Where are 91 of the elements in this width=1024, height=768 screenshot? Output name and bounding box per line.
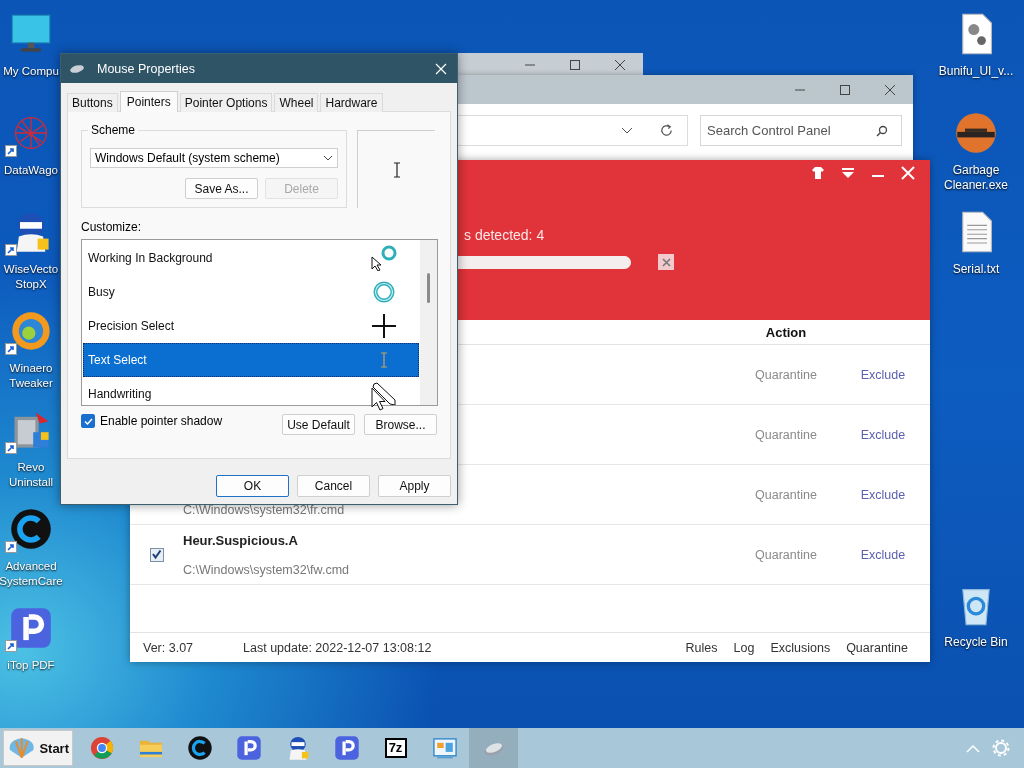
footer-link[interactable]: Quarantine [846, 640, 908, 655]
shortcut-arrow-icon [5, 145, 17, 157]
dialog-button[interactable]: Cancel [297, 475, 370, 497]
pointer-row[interactable]: Busy [83, 275, 419, 309]
archive-icon: 7z [384, 738, 407, 758]
desktop-icon-label[interactable]: My Compu [3, 64, 59, 79]
checkbox-label: Enable pointer shadow [100, 414, 223, 428]
pointer-button[interactable]: Use Default [282, 414, 355, 435]
exclude-link[interactable]: Exclude [860, 547, 906, 562]
desktop-icon-label[interactable]: WiseVecto StopX [3, 262, 59, 292]
exclude-link[interactable]: Exclude [860, 427, 906, 442]
pointer-row[interactable]: Precision Select [83, 309, 419, 343]
c-logo-icon [9, 507, 53, 551]
quarantine-link[interactable]: Quarantine [755, 367, 817, 382]
file-path: C:\Windows\system32\fw.cmd [183, 562, 350, 577]
maximize-icon[interactable] [838, 83, 852, 96]
busy-ring-icon [372, 280, 396, 304]
dropdown-icon[interactable] [841, 166, 855, 180]
dialog-button[interactable]: Apply [378, 475, 451, 497]
swirl-icon [9, 309, 53, 353]
search-icon[interactable] [876, 125, 888, 137]
text-cursor-icon [392, 161, 401, 178]
footer-link[interactable]: Rules [685, 640, 718, 655]
desktop-icon-label[interactable]: Serial.txt [952, 262, 1000, 277]
column-header: Action [764, 324, 808, 340]
cancel-button[interactable] [658, 254, 674, 270]
shortcut-arrow-icon [5, 541, 17, 553]
c-logo-icon [186, 735, 213, 761]
shell-logo-icon [7, 736, 37, 760]
tab[interactable]: Pointer Options [179, 93, 273, 112]
footer-link[interactable]: Log [733, 640, 755, 655]
quarantine-link[interactable]: Quarantine [755, 547, 817, 562]
shirt-icon[interactable] [811, 166, 825, 180]
scrollbar[interactable] [420, 240, 437, 405]
p-logo-icon [9, 606, 53, 650]
maximize-icon[interactable] [568, 58, 582, 71]
scheme-dropdown[interactable]: Windows Default (system scheme) [90, 148, 338, 168]
quarantine-link[interactable]: Quarantine [755, 427, 817, 442]
desktop-icon-label[interactable]: Winaero Tweaker [9, 361, 53, 391]
pointer-row[interactable]: Text Select [83, 343, 419, 377]
chart-window-icon [431, 735, 458, 761]
window-title: Mouse Properties [97, 61, 195, 76]
tab[interactable]: Hardware [320, 93, 383, 112]
quarantine-link[interactable]: Quarantine [755, 487, 817, 502]
group-label: Scheme [88, 123, 139, 137]
checkbox[interactable] [149, 547, 164, 562]
version-text: Ver: 3.07 [143, 640, 194, 655]
shortcut-arrow-icon [5, 640, 17, 652]
status-text: s detected: 4 [464, 227, 545, 243]
desktop-icon-label[interactable]: Recycle Bin [944, 635, 1008, 650]
crosshair-icon [370, 312, 398, 340]
tab[interactable]: Wheel [274, 93, 319, 112]
exclude-link[interactable]: Exclude [860, 487, 906, 502]
pointer-button[interactable]: Browse... [364, 414, 437, 435]
tab[interactable]: Pointers [119, 91, 178, 112]
threat-name: Heur.Suspicious.A [183, 532, 299, 548]
busy-arrow-icon [370, 245, 398, 271]
shortcut-arrow-icon [5, 442, 17, 454]
exclude-link[interactable]: Exclude [860, 367, 906, 382]
footer-link[interactable]: Exclusions [770, 640, 831, 655]
search-field[interactable]: Search Control Panel [700, 115, 902, 146]
desktop-icon-label[interactable]: Revo Uninstall [8, 460, 54, 490]
desktop-icon-label[interactable]: DataWago [4, 163, 58, 178]
file-path: C:\Windows\system32\fr.cmd [183, 502, 346, 517]
chevron-down-icon[interactable] [621, 126, 633, 135]
pointer-row[interactable]: Handwriting [83, 377, 419, 405]
text-cursor-icon [380, 352, 388, 368]
checkbox[interactable] [81, 414, 95, 428]
scrollbar-thumb[interactable] [427, 273, 430, 303]
last-update-text: Last update: 2022-12-07 13:08:12 [243, 640, 432, 655]
close-icon [661, 257, 671, 267]
taskbar-button[interactable]: 7z [371, 728, 420, 768]
chrome-icon [88, 735, 115, 761]
start-button[interactable]: Start [3, 730, 73, 766]
p-logo-icon [235, 735, 262, 761]
chevron-down-icon [323, 155, 333, 161]
close-icon[interactable] [883, 83, 897, 96]
pointer-row[interactable]: Working In Background [83, 241, 419, 275]
mouse-icon [69, 63, 85, 74]
desktop-icon-label[interactable]: Bunifu_UI_v... [938, 64, 1014, 79]
section-label: Customize: [81, 220, 143, 236]
scheme-button[interactable]: Save As... [185, 178, 258, 199]
p-logo-icon [333, 735, 360, 761]
refresh-icon[interactable] [659, 123, 674, 138]
tab[interactable]: Buttons [67, 93, 118, 112]
shortcut-arrow-icon [5, 244, 17, 256]
desktop-icon-label[interactable]: Garbage Cleaner.exe [943, 163, 1008, 193]
close-icon[interactable] [613, 58, 627, 71]
dialog-button[interactable]: OK [216, 475, 289, 497]
shortcut-arrow-icon [5, 343, 17, 355]
disc-logo-icon [954, 111, 998, 155]
